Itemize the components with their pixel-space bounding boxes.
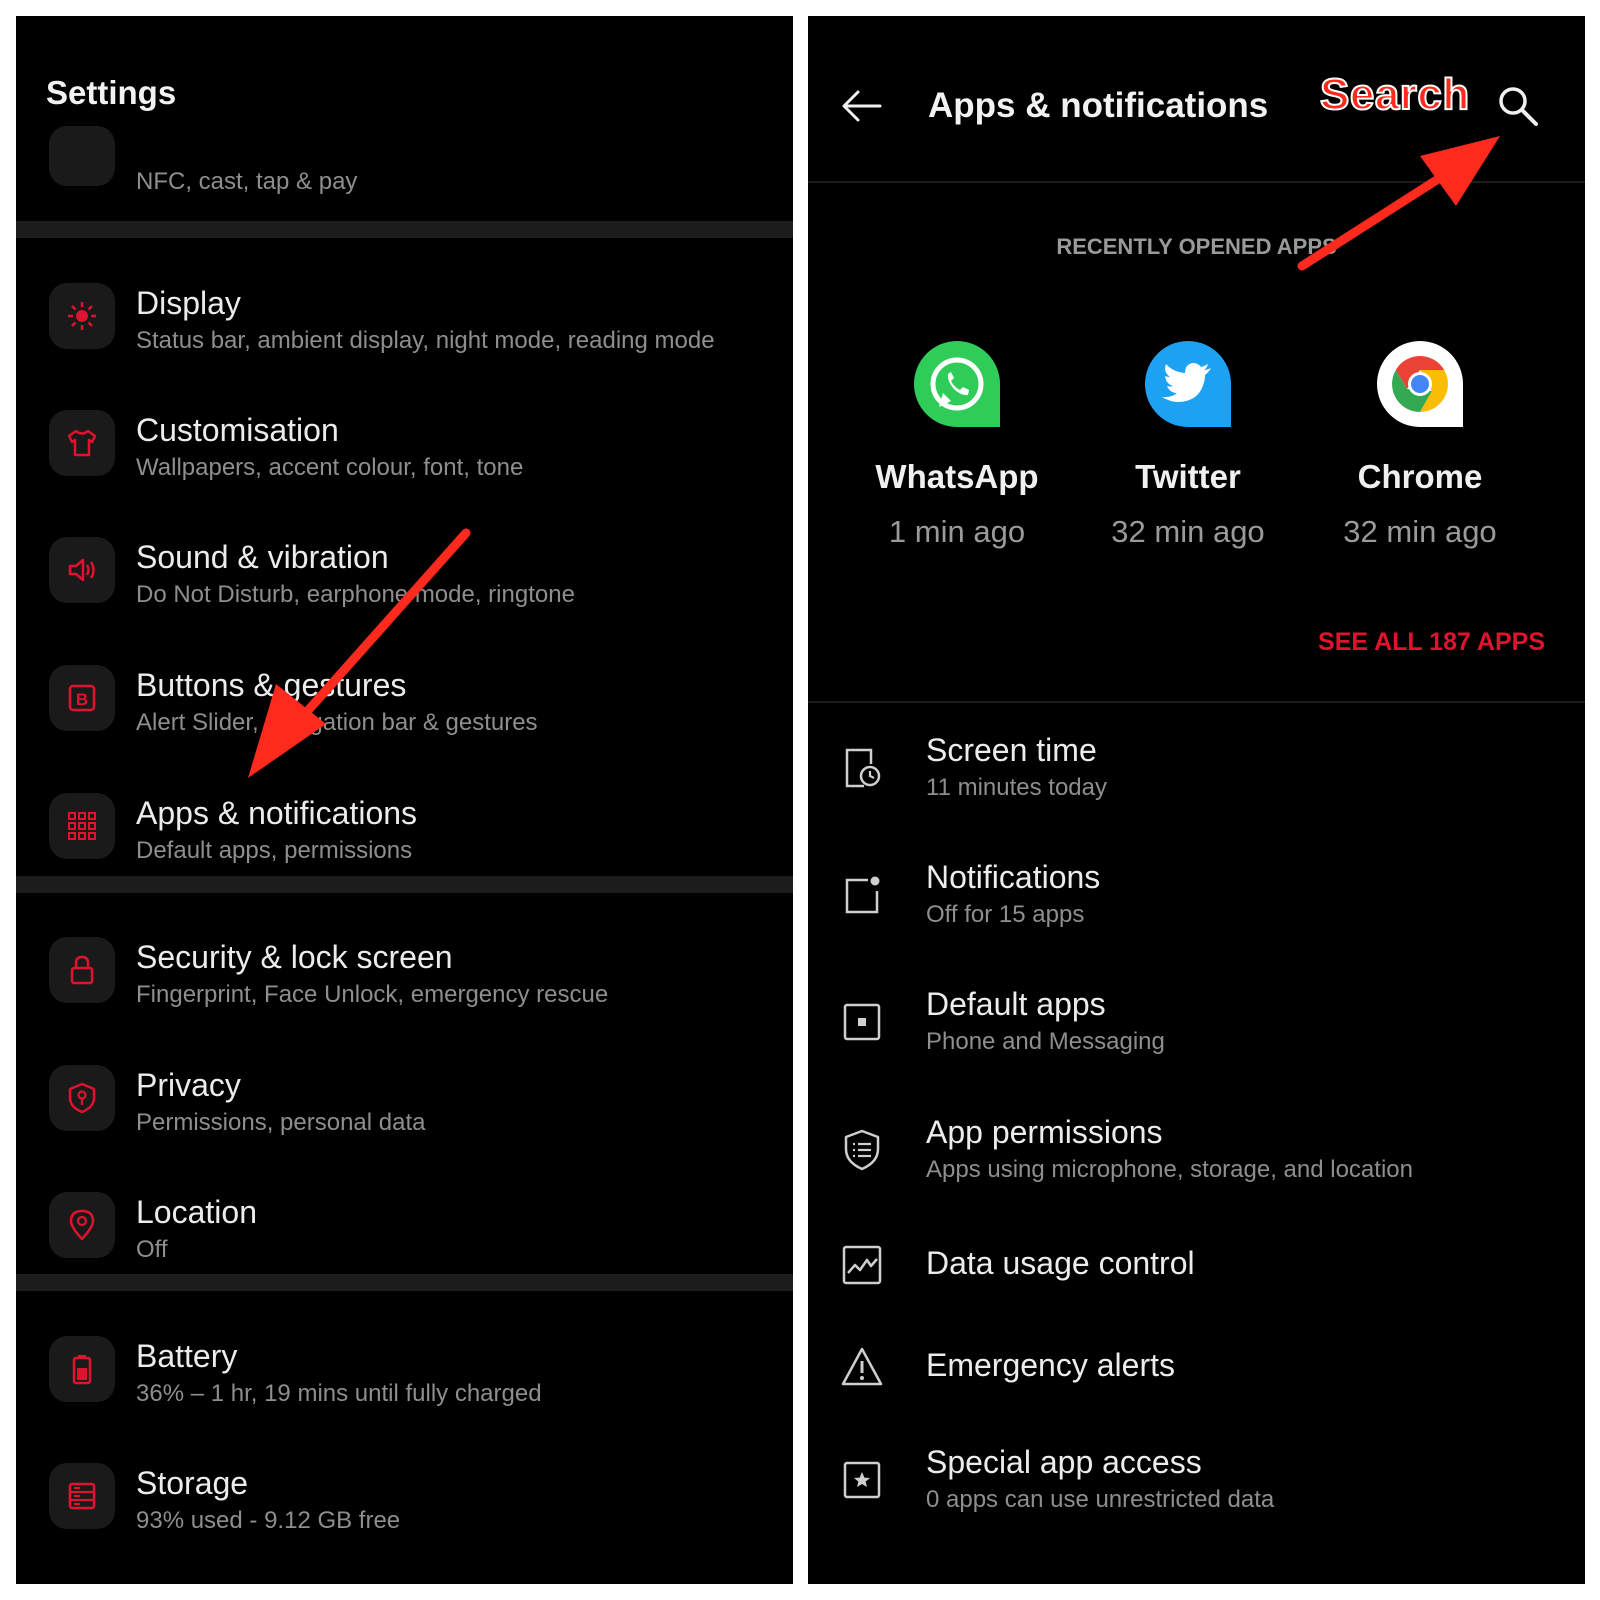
battery-icon	[49, 1336, 115, 1402]
app-name: Chrome	[1357, 458, 1483, 495]
app-name: WhatsApp	[875, 458, 1039, 495]
header-divider	[808, 181, 1585, 183]
settings-item-location[interactable]: Location Off	[16, 1170, 793, 1290]
screen-time-icon	[845, 748, 881, 788]
item-subtitle: Permissions, personal data	[136, 1109, 426, 1136]
item-title: Special app access	[926, 1444, 1202, 1480]
apps-notifications-screen: Apps & notifications Search RECENTLY OPE…	[808, 16, 1585, 1584]
app-name: Twitter	[1135, 458, 1241, 495]
item-subtitle: Phone and Messaging	[926, 1028, 1165, 1055]
item-subtitle: Fingerprint, Face Unlock, emergency resc…	[136, 981, 609, 1008]
section-divider	[16, 876, 793, 893]
recent-app-twitter[interactable]: Twitter 32 min ago	[1073, 341, 1303, 550]
item-title: App permissions	[926, 1114, 1163, 1150]
item-subtitle: Status bar, ambient display, night mode,…	[136, 327, 715, 354]
settings-item-connected-devices[interactable]: NFC, cast, tap & pay	[16, 126, 793, 226]
item-subtitle: NFC, cast, tap & pay	[136, 168, 358, 195]
item-subtitle: Alert Slider, navigation bar & gestures	[136, 709, 538, 736]
item-title: Data usage control	[926, 1245, 1195, 1281]
item-subtitle: Apps using microphone, storage, and loca…	[926, 1156, 1413, 1183]
menu-item-notifications[interactable]: Notifications Off for 15 apps	[808, 839, 1585, 949]
item-title: Location	[136, 1194, 257, 1230]
item-title: Notifications	[926, 859, 1101, 895]
data-usage-icon	[842, 1245, 882, 1285]
settings-screen: Settings NFC, cast, tap & pay Display St…	[16, 16, 793, 1584]
page-title: Settings	[46, 74, 177, 111]
item-subtitle: Off	[136, 1236, 168, 1263]
location-pin-icon	[49, 1192, 115, 1258]
settings-item-buttons[interactable]: B Buttons & gestures Alert Slider, navig…	[16, 643, 793, 763]
recent-apps-heading: RECENTLY OPENED APPS	[1056, 234, 1337, 259]
app-last-opened: 32 min ago	[1343, 514, 1497, 549]
partial-icon	[49, 126, 115, 186]
item-title: Sound & vibration	[136, 539, 389, 575]
item-title: Screen time	[926, 732, 1097, 768]
back-arrow-icon[interactable]	[840, 86, 884, 126]
item-title: Buttons & gestures	[136, 667, 407, 703]
app-last-opened: 1 min ago	[888, 514, 1026, 549]
item-subtitle: Wallpapers, accent colour, font, tone	[136, 454, 524, 481]
notification-dot-icon	[845, 876, 880, 914]
item-title: Display	[136, 285, 241, 321]
permissions-shield-icon	[844, 1129, 880, 1171]
shield-key-icon	[49, 1065, 115, 1131]
search-icon[interactable]	[1494, 82, 1542, 130]
menu-item-data-usage[interactable]: Data usage control	[808, 1221, 1585, 1331]
item-subtitle: 36% – 1 hr, 19 mins until fully charged	[136, 1380, 542, 1407]
item-subtitle: 11 minutes today	[926, 774, 1107, 801]
item-subtitle: Default apps, permissions	[136, 837, 413, 864]
section-divider	[16, 1274, 793, 1291]
search-annotation-label: Search	[1319, 69, 1470, 120]
item-title: Default apps	[926, 986, 1106, 1022]
item-subtitle: 0 apps can use unrestricted data	[926, 1486, 1275, 1513]
item-subtitle: Off for 15 apps	[926, 901, 1085, 928]
menu-item-screen-time[interactable]: Screen time 11 minutes today	[808, 712, 1585, 822]
settings-item-display[interactable]: Display Status bar, ambient display, nig…	[16, 261, 793, 381]
whatsapp-icon	[914, 341, 1000, 427]
item-title: Storage	[136, 1465, 249, 1501]
settings-item-sound[interactable]: Sound & vibration Do Not Disturb, earpho…	[16, 515, 793, 635]
item-title: Security & lock screen	[136, 939, 453, 975]
recent-app-chrome[interactable]: Chrome 32 min ago	[1305, 341, 1535, 550]
item-subtitle: Do Not Disturb, earphone mode, ringtone	[136, 581, 575, 608]
section-divider	[16, 221, 793, 238]
star-box-icon	[843, 1461, 881, 1499]
warning-icon	[841, 1347, 883, 1386]
default-apps-icon	[843, 1003, 881, 1041]
menu-item-special-access[interactable]: Special app access 0 apps can use unrest…	[808, 1424, 1585, 1534]
item-title: Battery	[136, 1338, 238, 1374]
chrome-icon	[1377, 341, 1463, 427]
lock-icon	[49, 937, 115, 1003]
item-subtitle: 93% used - 9.12 GB free	[136, 1507, 401, 1534]
see-all-apps-button[interactable]: SEE ALL 187 APPS	[1318, 628, 1545, 657]
item-title: Customisation	[136, 412, 339, 448]
item-title: Emergency alerts	[926, 1347, 1175, 1383]
menu-item-emergency-alerts[interactable]: Emergency alerts	[808, 1323, 1585, 1433]
storage-icon	[49, 1463, 115, 1529]
settings-item-privacy[interactable]: Privacy Permissions, personal data	[16, 1043, 793, 1163]
menu-item-app-permissions[interactable]: App permissions Apps using microphone, s…	[808, 1094, 1585, 1204]
menu-item-default-apps[interactable]: Default apps Phone and Messaging	[808, 966, 1585, 1076]
settings-item-customisation[interactable]: Customisation Wallpapers, accent colour,…	[16, 388, 793, 508]
apps-grid-icon	[49, 793, 115, 859]
page-title: Apps & notifications	[928, 86, 1269, 125]
settings-item-storage[interactable]: Storage 93% used - 9.12 GB free	[16, 1441, 793, 1561]
item-title: Privacy	[136, 1067, 241, 1103]
speaker-icon	[49, 537, 115, 603]
app-last-opened: 32 min ago	[1111, 514, 1265, 549]
settings-item-battery[interactable]: Battery 36% – 1 hr, 19 mins until fully …	[16, 1314, 793, 1434]
svg-text:B: B	[76, 690, 88, 709]
twitter-icon	[1145, 341, 1231, 427]
item-title: Apps & notifications	[136, 795, 418, 831]
settings-item-security[interactable]: Security & lock screen Fingerprint, Face…	[16, 915, 793, 1035]
settings-item-apps[interactable]: Apps & notifications Default apps, permi…	[16, 771, 793, 891]
b-button-icon: B	[49, 665, 115, 731]
shirt-icon	[49, 410, 115, 476]
brightness-icon	[49, 283, 115, 349]
recent-app-whatsapp[interactable]: WhatsApp 1 min ago	[842, 341, 1072, 550]
section-divider	[808, 701, 1585, 703]
